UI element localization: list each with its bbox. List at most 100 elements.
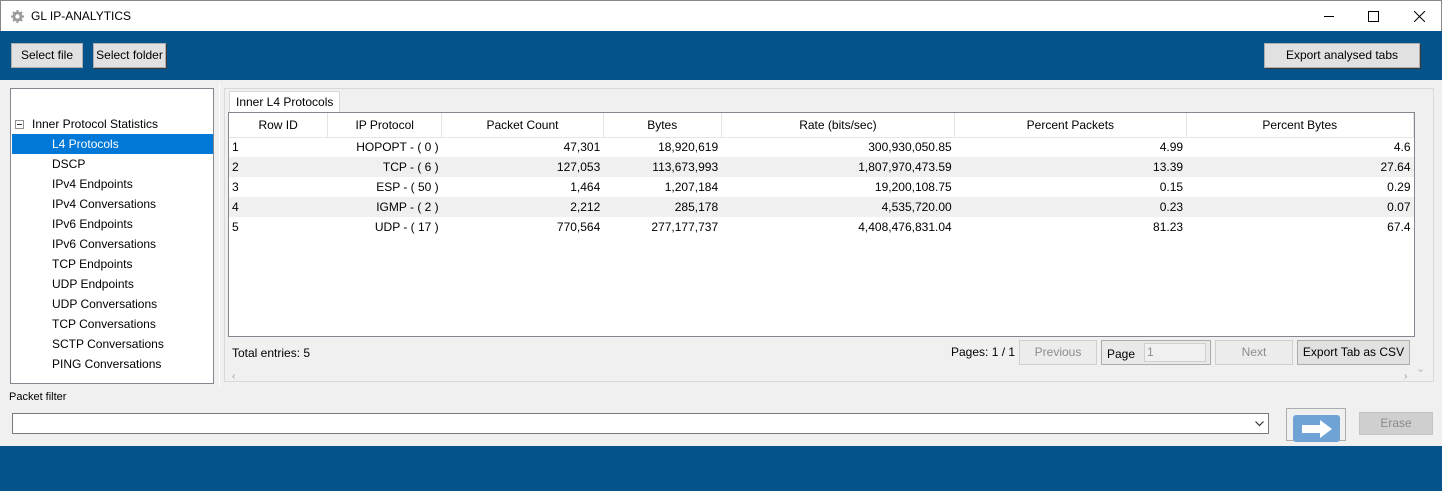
tree-item-l4-protocols[interactable]: L4 Protocols [12, 134, 213, 154]
tree-item-ipv6-conversations[interactable]: IPv6 Conversations [12, 234, 213, 254]
tree-item-sctp-conversations[interactable]: SCTP Conversations [12, 334, 213, 354]
packet-filter-input[interactable] [12, 413, 1269, 434]
toolbar: Select file Select folder Export analyse… [0, 31, 1442, 80]
l4-protocols-table: Row ID IP Protocol Packet Count Bytes Ra… [229, 113, 1414, 237]
cell-percent-bytes: 67.4 [1387, 220, 1411, 234]
tree-root[interactable]: Inner Protocol Statistics [15, 116, 158, 132]
cell-bytes: 1,207,184 [664, 180, 719, 194]
table-row[interactable]: 2 TCP - ( 6 ) 127,053 113,673,993 1,807,… [229, 157, 1414, 177]
cell-percent-packets: 0.23 [954, 197, 1187, 217]
tab-panel: Inner L4 Protocols Row ID IP Protocol Pa… [224, 88, 1434, 382]
table-row[interactable]: 1 HOPOPT - ( 0 ) 47,301 18,920,619 300,9… [229, 137, 1414, 157]
cell-rate: 4,408,476,831.04 [858, 220, 952, 234]
column-header-percent-packets[interactable]: Percent Packets [954, 113, 1187, 138]
arrow-right-icon [1301, 419, 1332, 438]
minimize-button[interactable] [1306, 1, 1352, 31]
cell-percent-bytes: 27.64 [1186, 157, 1414, 177]
cell-ip-protocol: HOPOPT - ( 0 ) [356, 140, 439, 155]
cell-bytes: 113,673,993 [603, 157, 722, 177]
page-number-input[interactable]: 1 [1144, 343, 1206, 362]
gear-icon [11, 10, 24, 23]
page-label: Page [1107, 347, 1136, 361]
splitter[interactable] [219, 84, 220, 386]
column-header-ip-protocol[interactable]: IP Protocol [327, 113, 443, 138]
cell-percent-packets: 0.15 [1159, 180, 1184, 194]
maximize-button[interactable] [1350, 1, 1396, 31]
tree-item-tcp-endpoints[interactable]: TCP Endpoints [12, 254, 213, 274]
packet-filter-label: Packet filter [9, 391, 67, 403]
tree-root-label: Inner Protocol Statistics [32, 117, 159, 131]
cell-bytes: 18,920,619 [658, 140, 719, 155]
apply-filter-button[interactable] [1286, 408, 1346, 442]
column-header-packet-count[interactable]: Packet Count [441, 113, 604, 138]
cell-rate: 300,930,050.85 [868, 140, 952, 155]
cell-packet-count: 1,464 [570, 180, 601, 194]
cell-packet-count: 2,212 [441, 197, 604, 217]
column-header-percent-bytes[interactable]: Percent Bytes [1186, 113, 1414, 138]
cell-ip-protocol: IGMP - ( 2 ) [327, 197, 442, 217]
collapse-icon[interactable] [15, 119, 24, 129]
cell-rate: 4,535,720.00 [721, 197, 955, 217]
select-file-button[interactable]: Select file [11, 43, 83, 68]
table-header: Row ID IP Protocol Packet Count Bytes Ra… [229, 113, 1414, 138]
tree-item-ipv4-endpoints[interactable]: IPv4 Endpoints [12, 174, 213, 194]
cell-row-id: 4 [229, 197, 328, 217]
cell-ip-protocol: TCP - ( 6 ) [327, 157, 442, 177]
horizontal-scrollbar[interactable]: ‹ › [228, 371, 1415, 383]
tree-item-udp-endpoints[interactable]: UDP Endpoints [12, 274, 213, 294]
cell-percent-packets: 13.39 [954, 157, 1187, 177]
close-button[interactable] [1396, 1, 1442, 31]
main-area: Inner Protocol Statistics L4 Protocols D… [0, 80, 1442, 390]
tree-item-tcp-conversations[interactable]: TCP Conversations [12, 314, 213, 334]
page-box: Page 1 [1101, 340, 1211, 365]
cell-percent-bytes: 0.07 [1186, 197, 1414, 217]
column-header-rate[interactable]: Rate (bits/sec) [721, 113, 956, 138]
total-entries: Total entries: 5 [232, 346, 311, 360]
cell-percent-bytes: 0.29 [1387, 180, 1411, 194]
tree-item-dscp[interactable]: DSCP [12, 154, 213, 174]
export-analysed-tabs-button[interactable]: Export analysed tabs [1264, 43, 1420, 68]
pages-indicator: Pages: 1 / 1 [951, 345, 1016, 359]
erase-button[interactable]: Erase [1359, 412, 1433, 435]
previous-button[interactable]: Previous [1019, 340, 1097, 365]
tree-item-ipv6-endpoints[interactable]: IPv6 Endpoints [12, 214, 213, 234]
scroll-right-icon[interactable]: › [1404, 371, 1407, 382]
select-folder-button[interactable]: Select folder [93, 43, 166, 68]
cell-ip-protocol: ESP - ( 50 ) [376, 180, 439, 194]
cell-bytes: 285,178 [603, 197, 722, 217]
tree-item-ipv4-conversations[interactable]: IPv4 Conversations [12, 194, 213, 214]
statistics-tree: Inner Protocol Statistics L4 Protocols D… [10, 88, 214, 384]
cell-packet-count: 47,301 [563, 140, 601, 155]
column-header-row-id[interactable]: Row ID [229, 113, 329, 138]
table-row[interactable]: 5 UDP - ( 17 ) 770,564 277,177,737 4,408… [229, 217, 1414, 237]
close-icon [1413, 10, 1425, 22]
cell-packet-count: 770,564 [556, 220, 601, 234]
scroll-down-icon[interactable]: › [1415, 369, 1426, 372]
cell-ip-protocol: UDP - ( 17 ) [374, 220, 439, 234]
minimize-icon [1324, 16, 1334, 17]
pagination-bar: Total entries: 5 Pages: 1 / 1 Previous P… [228, 337, 1415, 369]
table-row[interactable]: 3 ESP - ( 50 ) 1,464 1,207,184 19,200,10… [229, 177, 1414, 197]
cell-percent-packets: 81.23 [1153, 220, 1184, 234]
maximize-icon [1367, 10, 1379, 22]
cell-rate: 1,807,970,473.59 [721, 157, 955, 177]
title-bar: GL IP-ANALYTICS [0, 0, 1442, 31]
cell-row-id: 5 [232, 220, 239, 234]
data-table-container: Row ID IP Protocol Packet Count Bytes Ra… [228, 112, 1415, 337]
tree-item-udp-conversations[interactable]: UDP Conversations [12, 294, 213, 314]
cell-row-id: 3 [232, 180, 239, 194]
cell-bytes: 277,177,737 [651, 220, 719, 234]
scroll-left-icon[interactable]: ‹ [232, 371, 235, 382]
cell-row-id: 2 [229, 157, 328, 177]
column-header-bytes[interactable]: Bytes [603, 113, 722, 138]
table-row[interactable]: 4 IGMP - ( 2 ) 2,212 285,178 4,535,720.0… [229, 197, 1414, 217]
tab-inner-l4-protocols[interactable]: Inner L4 Protocols [229, 91, 341, 113]
export-tab-csv-button[interactable]: Export Tab as CSV [1297, 340, 1410, 365]
cell-percent-bytes: 4.6 [1393, 140, 1411, 155]
window-title: GL IP-ANALYTICS [31, 9, 132, 23]
cell-rate: 19,200,108.75 [874, 180, 952, 194]
cell-packet-count: 127,053 [441, 157, 604, 177]
chevron-down-icon[interactable] [1252, 416, 1266, 431]
next-button[interactable]: Next [1215, 340, 1293, 365]
tree-item-ping-conversations[interactable]: PING Conversations [12, 354, 213, 374]
